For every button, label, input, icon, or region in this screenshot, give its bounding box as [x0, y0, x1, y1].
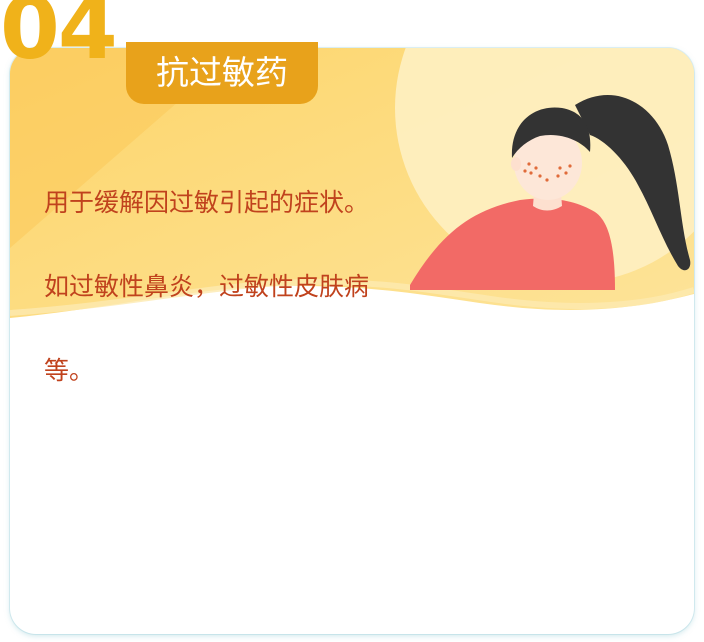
description: 用于缓解因过敏引起的症状。 如过敏性鼻炎，过敏性皮肤病 等。	[44, 140, 444, 434]
section-title-tag: 抗过敏药	[126, 42, 318, 104]
description-line: 等。	[44, 356, 95, 385]
description-line: 用于缓解因过敏引起的症状。	[44, 188, 370, 217]
description-line: 如过敏性鼻炎，过敏性皮肤病	[44, 272, 370, 301]
section-number: 04	[0, 0, 118, 79]
girl-with-freckles-illustration	[410, 94, 691, 290]
